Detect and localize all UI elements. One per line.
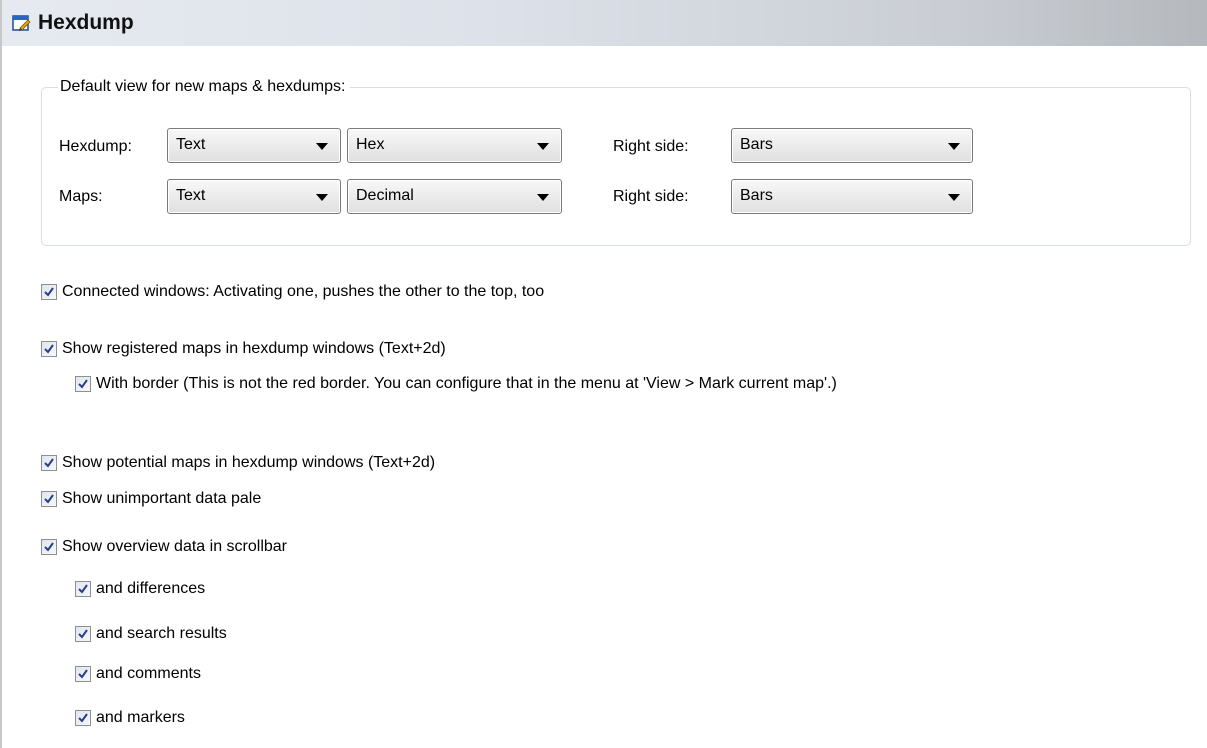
chevron-down-icon [316,143,328,150]
and-search-results-label: and search results [96,625,227,642]
checkbox-checked-icon[interactable] [75,581,91,597]
show-unimportant-data-option[interactable]: Show unimportant data pale [41,488,261,510]
and-comments-label: and comments [96,665,201,682]
show-potential-maps-option[interactable]: Show potential maps in hexdump windows (… [41,452,435,474]
window-edit-icon [12,15,31,31]
hexdump-right-side-label: Right side: [613,138,689,155]
hexdump-view-select[interactable]: Text [167,128,341,163]
and-differences-label: and differences [96,580,206,597]
connected-windows-option[interactable]: Connected windows: Activating one, pushe… [41,281,544,303]
and-differences-option[interactable]: and differences [75,578,205,600]
checkbox-checked-icon[interactable] [41,539,57,555]
with-border-label: With border (This is not the red border.… [96,375,837,392]
maps-format-value: Decimal [356,187,414,204]
checkbox-checked-icon[interactable] [41,491,57,507]
maps-right-side-label: Right side: [613,188,689,205]
show-registered-maps-label: Show registered maps in hexdump windows … [62,340,446,357]
checkbox-checked-icon[interactable] [75,376,91,392]
with-border-option[interactable]: With border (This is not the red border.… [75,373,837,395]
checkbox-checked-icon[interactable] [75,666,91,682]
show-unimportant-data-label: Show unimportant data pale [62,490,262,507]
and-markers-label: and markers [96,709,185,726]
maps-right-side-value: Bars [740,187,773,204]
maps-label: Maps: [59,188,103,205]
maps-right-side-select[interactable]: Bars [731,179,973,214]
and-markers-option[interactable]: and markers [75,707,185,729]
show-potential-maps-label: Show potential maps in hexdump windows (… [62,454,436,471]
hexdump-format-value: Hex [356,136,385,153]
checkbox-checked-icon[interactable] [75,710,91,726]
hexdump-right-side-select[interactable]: Bars [731,128,973,163]
show-overview-data-option[interactable]: Show overview data in scrollbar [41,536,287,558]
chevron-down-icon [316,194,328,201]
maps-view-select[interactable]: Text [167,179,341,214]
default-view-legend: Default view for new maps & hexdumps: [58,78,351,96]
chevron-down-icon [948,143,960,150]
and-comments-option[interactable]: and comments [75,663,201,685]
section-header: Hexdump [2,0,1207,46]
show-registered-maps-option[interactable]: Show registered maps in hexdump windows … [41,338,446,360]
maps-format-select[interactable]: Decimal [347,179,562,214]
connected-windows-label: Connected windows: Activating one, pushe… [62,283,545,300]
hexdump-right-side-value: Bars [740,136,773,153]
chevron-down-icon [537,194,549,201]
hexdump-format-select[interactable]: Hex [347,128,562,163]
and-search-results-option[interactable]: and search results [75,623,227,645]
section-title: Hexdump [38,11,134,34]
checkbox-checked-icon[interactable] [75,626,91,642]
hexdump-settings-page: Hexdump Default view for new maps & hexd… [0,0,1207,748]
show-overview-data-label: Show overview data in scrollbar [62,538,287,555]
chevron-down-icon [948,194,960,201]
checkbox-checked-icon[interactable] [41,284,57,300]
checkbox-checked-icon[interactable] [41,341,57,357]
maps-view-value: Text [176,187,206,204]
checkbox-checked-icon[interactable] [41,455,57,471]
hexdump-view-value: Text [176,136,206,153]
default-view-groupbox [41,87,1191,246]
hexdump-label: Hexdump: [59,138,132,155]
chevron-down-icon [537,143,549,150]
